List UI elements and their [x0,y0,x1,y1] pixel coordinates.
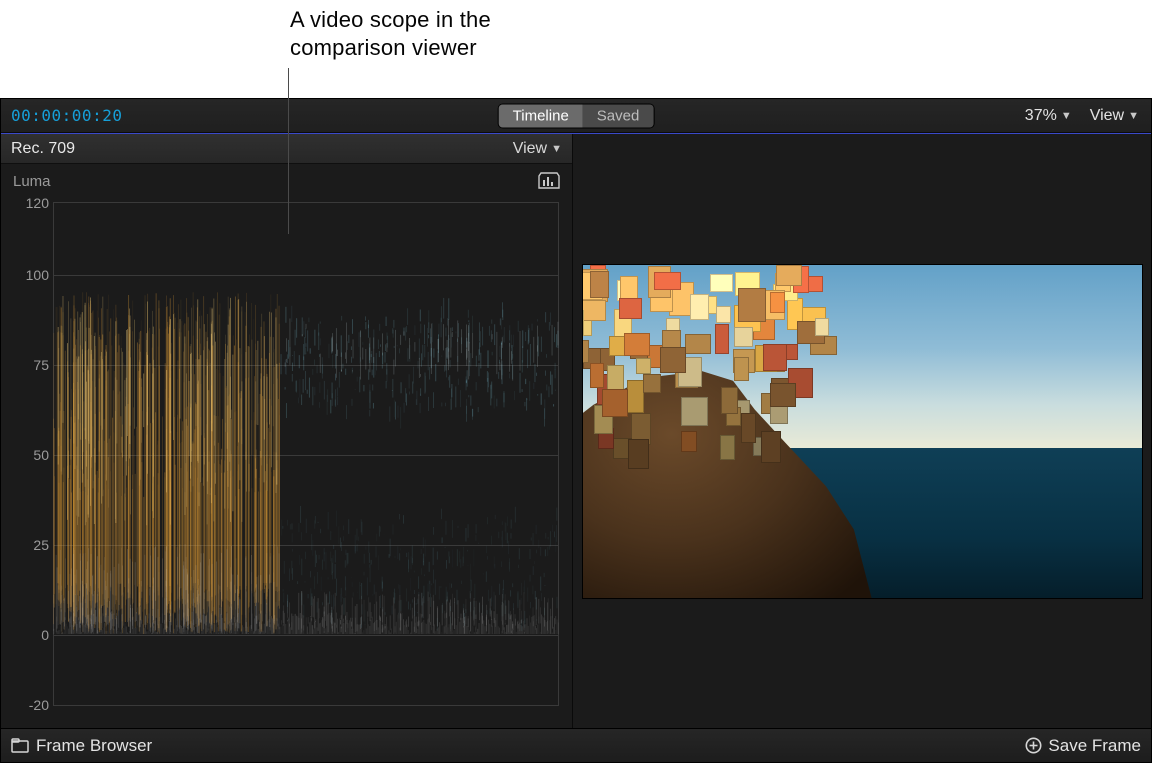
scope-panel: Rec. 709 View ▼ Luma [1,134,573,728]
scope-title-row: Luma [1,164,572,192]
chevron-down-icon: ▼ [551,143,562,155]
preview-buildings [582,265,875,475]
callout-line [288,68,289,234]
chevron-down-icon: ▼ [1061,110,1072,122]
zoom-value: 37% [1025,107,1057,125]
tick-label: 50 [13,447,49,463]
annotation-area: A video scope in the comparison viewer [0,0,1152,98]
video-preview[interactable] [582,264,1143,599]
view-label: View [1090,107,1124,125]
body-split: Rec. 709 View ▼ Luma [1,133,1151,728]
frame-browser-icon [11,738,29,753]
tick-label: 0 [13,627,49,643]
scope-view-menu[interactable]: View ▼ [513,140,562,158]
tick-label: -20 [13,697,49,713]
save-frame-label: Save Frame [1048,736,1141,756]
scope-canvas-wrap: 120 100 75 50 25 0 -20 [13,202,559,716]
timecode-display: 00:00:00:20 [11,106,122,125]
tick-label: 75 [13,357,49,373]
frame-browser-button[interactable]: Frame Browser [11,736,152,756]
annotation-text: A video scope in the comparison viewer [290,6,491,61]
segment-saved[interactable]: Saved [583,104,654,127]
view-menu[interactable]: View ▼ [1090,107,1139,125]
color-space-label: Rec. 709 [11,140,75,158]
frame-browser-label: Frame Browser [36,736,152,756]
zoom-dropdown[interactable]: 37% ▼ [1025,107,1072,125]
scope-view-label: View [513,140,547,158]
scopes-icon[interactable] [538,172,560,190]
tick-label: 25 [13,537,49,553]
chevron-down-icon: ▼ [1128,110,1139,122]
waveform-traces [53,202,559,706]
tick-label: 120 [13,195,49,211]
viewer-top-bar: 00:00:00:20 Timeline Saved 37% ▼ View ▼ [1,99,1151,133]
preview-panel [573,134,1151,728]
plus-circle-icon [1025,737,1042,754]
viewer-pane: 00:00:00:20 Timeline Saved 37% ▼ View ▼ … [0,98,1152,763]
scope-header: Rec. 709 View ▼ [1,134,572,164]
segment-timeline[interactable]: Timeline [499,104,583,127]
save-frame-button[interactable]: Save Frame [1025,736,1141,756]
tick-label: 100 [13,267,49,283]
comparison-mode-segmented-control[interactable]: Timeline Saved [498,103,655,128]
viewer-bottom-bar: Frame Browser Save Frame [1,728,1151,762]
scope-name: Luma [13,173,51,190]
